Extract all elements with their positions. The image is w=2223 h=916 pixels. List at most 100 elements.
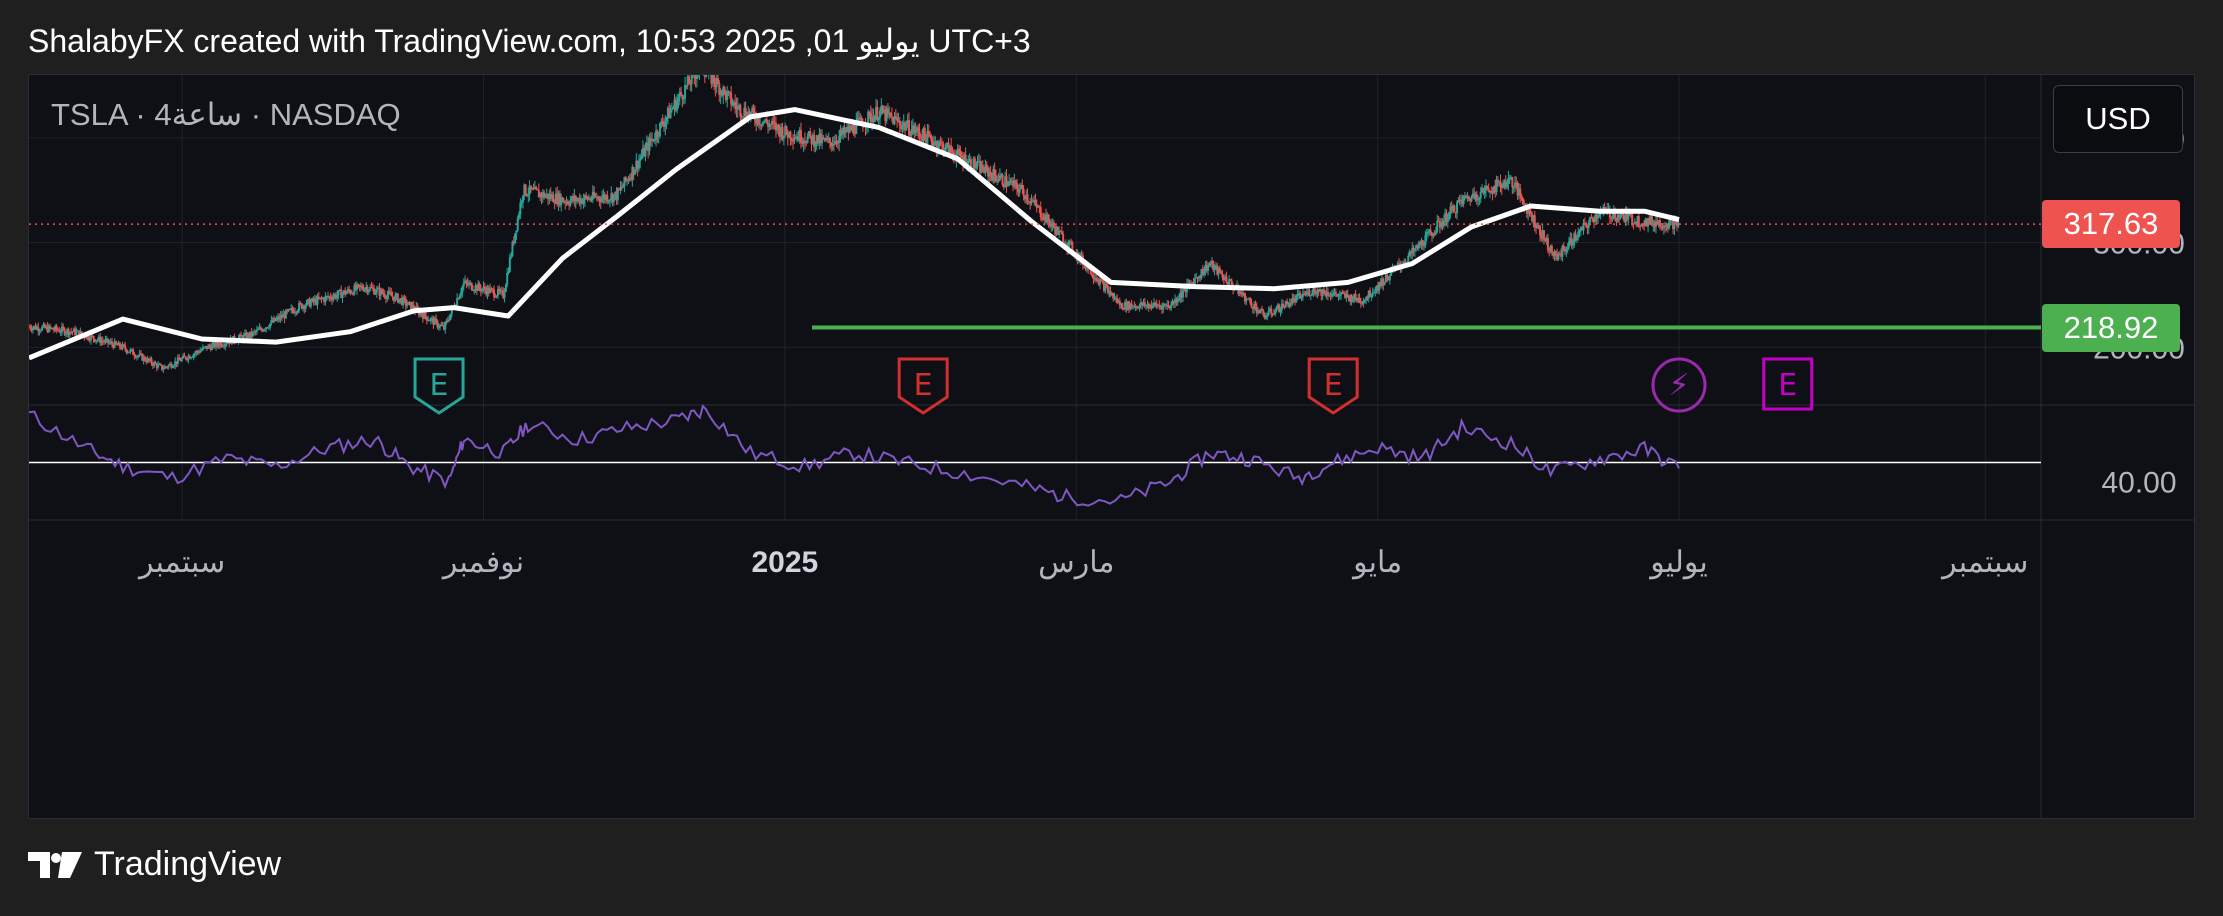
- candle-body: [1370, 295, 1373, 298]
- candle-body: [997, 180, 1000, 182]
- candle-body: [298, 302, 301, 311]
- candle-body: [1520, 195, 1523, 199]
- candle-body: [1254, 304, 1257, 307]
- earnings-marker-label: E: [430, 368, 449, 403]
- candle-body: [918, 131, 921, 137]
- candle-body: [269, 323, 272, 328]
- candle-body: [296, 310, 299, 313]
- candle-body: [1578, 230, 1581, 232]
- candle-body: [914, 130, 917, 134]
- candle-body: [404, 298, 407, 306]
- candle-body: [1470, 196, 1473, 202]
- candle-body: [1203, 271, 1206, 275]
- candle-body: [927, 130, 930, 136]
- candle-body: [608, 199, 611, 201]
- candle-body: [515, 230, 518, 234]
- candle-body: [852, 124, 855, 134]
- chart-frame[interactable]: EEEE⚡E 400.00300.00200.0040.00سبتمبرنوفم…: [28, 74, 2195, 819]
- candle-body: [1311, 293, 1314, 296]
- candle-body: [1270, 308, 1273, 314]
- candle-body: [877, 117, 880, 121]
- symbol-label: TSLA · 4ساعة · NASDAQ: [51, 97, 401, 132]
- candle-body: [1587, 222, 1590, 228]
- candle-body: [162, 368, 165, 370]
- candle-body: [75, 331, 78, 335]
- candle-body: [1565, 248, 1568, 252]
- candle-body: [1229, 279, 1232, 281]
- candle-body: [777, 124, 780, 129]
- candle-body: [456, 298, 459, 306]
- candle-body: [535, 187, 538, 190]
- candle-body: [1629, 213, 1632, 215]
- candle-body: [930, 135, 933, 142]
- candle-body: [1026, 194, 1029, 202]
- candle-body: [590, 199, 593, 201]
- candle-body: [585, 195, 588, 197]
- candle-body: [1383, 281, 1386, 286]
- candle-body: [1619, 215, 1622, 219]
- candle-body: [1434, 231, 1437, 235]
- candle-body: [822, 137, 825, 139]
- candle-body: [1021, 184, 1024, 189]
- candle-body: [507, 271, 510, 273]
- candle-body: [1016, 183, 1019, 189]
- candle-body: [690, 75, 693, 85]
- candle-body: [154, 362, 157, 364]
- candle-body: [1507, 177, 1510, 184]
- candle-body: [309, 301, 312, 307]
- candle-body: [444, 322, 447, 330]
- candle-body: [789, 131, 792, 140]
- candle-body: [695, 75, 698, 79]
- candle-body: [1351, 299, 1354, 302]
- candle-body: [1539, 225, 1542, 236]
- candle-body: [1135, 305, 1138, 308]
- time-axis-label: سبتمبر: [1940, 546, 2028, 580]
- candle-body: [367, 290, 370, 293]
- candle-body: [1309, 295, 1312, 297]
- candle-body: [1591, 218, 1594, 222]
- candle-body: [1182, 290, 1185, 298]
- support-price-badge: 218.92: [2042, 303, 2180, 352]
- candle-body: [495, 295, 498, 297]
- candle-body: [896, 117, 899, 121]
- candle-body: [31, 327, 34, 331]
- candle-body: [424, 312, 427, 317]
- candle-body: [1047, 214, 1050, 222]
- candle-body: [1262, 310, 1265, 316]
- candle-body: [612, 194, 615, 202]
- candle-body: [1151, 305, 1154, 309]
- candle-body: [552, 194, 555, 203]
- earnings-marker-label: E: [1778, 368, 1797, 403]
- candle-body: [305, 300, 308, 306]
- candle-body: [940, 142, 943, 144]
- candle-body: [143, 356, 146, 361]
- candle-body: [1506, 183, 1509, 188]
- candle-body: [844, 130, 847, 134]
- candle-body: [386, 294, 389, 299]
- candle-body: [814, 144, 817, 147]
- candle-body: [803, 140, 806, 143]
- currency-button[interactable]: USD: [2053, 85, 2183, 153]
- time-axis-label: مارس: [1038, 546, 1114, 580]
- candle-body: [958, 148, 961, 152]
- candle-body: [383, 294, 386, 298]
- candle-body: [799, 130, 802, 143]
- candle-body: [569, 200, 572, 206]
- candle-body: [835, 141, 838, 143]
- candle-body: [199, 350, 202, 353]
- candle-body: [108, 342, 111, 344]
- candle-body: [838, 136, 841, 144]
- candle-body: [1521, 198, 1524, 205]
- candle-body: [461, 286, 464, 293]
- candle-body: [1611, 217, 1614, 219]
- tradingview-logo[interactable]: TradingView: [28, 845, 281, 884]
- candle-body: [398, 298, 401, 303]
- candle-body: [225, 343, 228, 345]
- candle-body: [336, 295, 339, 299]
- candle-body: [425, 316, 428, 321]
- candle-body: [688, 76, 690, 84]
- candle-body: [1596, 216, 1599, 219]
- candle-body: [1267, 310, 1270, 315]
- candle-body: [1305, 291, 1308, 295]
- candle-body: [633, 170, 636, 175]
